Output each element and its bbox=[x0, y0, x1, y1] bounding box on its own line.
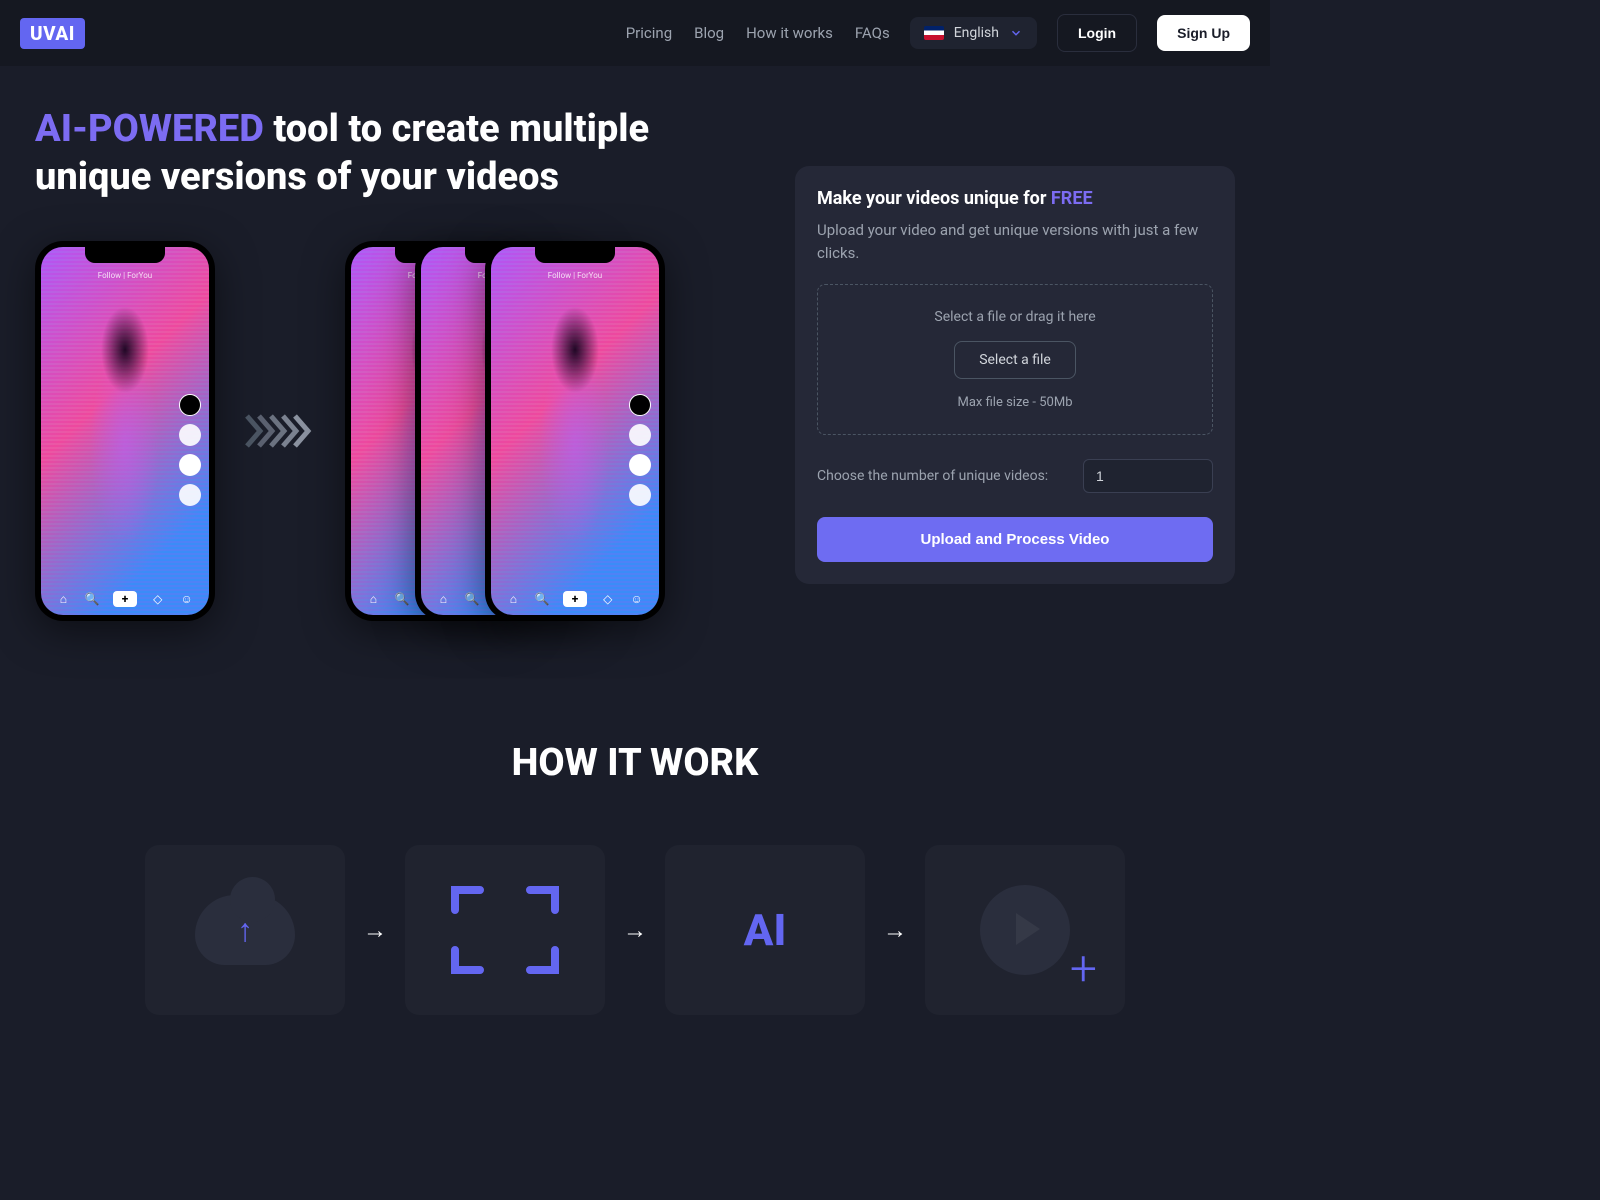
crop-frame-icon bbox=[450, 885, 560, 975]
arrow-right-icon: → bbox=[623, 916, 647, 945]
file-dropzone[interactable]: Select a file or drag it here Select a f… bbox=[817, 284, 1213, 435]
count-input[interactable] bbox=[1083, 459, 1213, 493]
cloud-upload-icon: ↑ bbox=[195, 895, 295, 965]
steps-row: ↑ → → AI → + bbox=[35, 845, 1235, 1015]
result-phone-3: Follow | ForYou⌂🔍+◇☺ bbox=[485, 241, 665, 621]
nav-pricing[interactable]: Pricing bbox=[626, 24, 672, 42]
uk-flag-icon bbox=[924, 26, 944, 40]
count-label: Choose the number of unique videos: bbox=[817, 468, 1048, 484]
chevron-down-icon bbox=[1009, 26, 1023, 40]
result-phones: Follow | ForYou⌂🔍+◇☺ Follow | ForYou⌂🔍+◇… bbox=[345, 241, 655, 621]
arrow-right-icon: → bbox=[363, 916, 387, 945]
phone-screen: Follow | ForYou ⌂ 🔍 + ◇ ☺ bbox=[41, 247, 209, 615]
nav-links: Pricing Blog How it works FAQs bbox=[626, 24, 890, 42]
dropzone-text: Select a file or drag it here bbox=[842, 309, 1188, 325]
step-upload: ↑ bbox=[145, 845, 345, 1015]
phone-tabs: Follow | ForYou bbox=[41, 271, 209, 280]
arrow-up-icon: ↑ bbox=[237, 911, 253, 949]
play-circle-icon bbox=[980, 885, 1070, 975]
upload-card: Make your videos unique for FREE Upload … bbox=[795, 166, 1235, 584]
search-icon: 🔍 bbox=[84, 591, 100, 607]
source-phone: Follow | ForYou ⌂ 🔍 + ◇ ☺ bbox=[35, 241, 215, 621]
home-icon: ⌂ bbox=[55, 591, 71, 607]
upload-title: Make your videos unique for FREE bbox=[817, 188, 1213, 209]
avatar-icon bbox=[179, 394, 201, 416]
step-output: + bbox=[925, 845, 1125, 1015]
inbox-icon: ◇ bbox=[150, 591, 166, 607]
profile-icon: ☺ bbox=[179, 591, 195, 607]
ai-text-icon: AI bbox=[744, 904, 787, 956]
hero-section: AI-POWERED tool to create multiple uniqu… bbox=[0, 66, 1270, 681]
how-it-works-section: HOW IT WORK ↑ → → AI → + bbox=[0, 681, 1270, 1055]
step-crop bbox=[405, 845, 605, 1015]
language-label: English bbox=[954, 25, 999, 41]
hero-title-accent: AI-POWERED bbox=[35, 107, 264, 151]
language-select[interactable]: English bbox=[910, 17, 1037, 49]
signup-button[interactable]: Sign Up bbox=[1157, 15, 1250, 51]
logo[interactable]: UVAI bbox=[20, 18, 85, 49]
nav-blog[interactable]: Blog bbox=[694, 24, 724, 42]
phones-illustration: Follow | ForYou ⌂ 🔍 + ◇ ☺ bbox=[35, 241, 745, 621]
step-ai: AI bbox=[665, 845, 865, 1015]
heart-icon bbox=[179, 454, 201, 476]
how-title: HOW IT WORK bbox=[35, 741, 1235, 785]
header: UVAI Pricing Blog How it works FAQs Engl… bbox=[0, 0, 1270, 66]
comment-icon bbox=[179, 484, 201, 506]
chevrons-right-icon bbox=[245, 411, 315, 451]
max-file-size-text: Max file size - 50Mb bbox=[842, 395, 1188, 410]
count-row: Choose the number of unique videos: bbox=[817, 459, 1213, 493]
hero-title: AI-POWERED tool to create multiple uniqu… bbox=[35, 106, 735, 201]
upload-title-free: FREE bbox=[1051, 188, 1093, 209]
nav-how-it-works[interactable]: How it works bbox=[746, 24, 833, 42]
main-nav: Pricing Blog How it works FAQs English L… bbox=[626, 14, 1250, 52]
login-button[interactable]: Login bbox=[1057, 14, 1137, 52]
upload-process-button[interactable]: Upload and Process Video bbox=[817, 517, 1213, 562]
hero-left: AI-POWERED tool to create multiple uniqu… bbox=[35, 106, 745, 621]
plus-overlay-icon: + bbox=[1070, 940, 1097, 997]
select-file-button[interactable]: Select a file bbox=[954, 341, 1076, 379]
plus-icon: + bbox=[113, 591, 137, 607]
upload-title-prefix: Make your videos unique for bbox=[817, 188, 1051, 209]
share-icon bbox=[179, 424, 201, 446]
upload-subtitle: Upload your video and get unique version… bbox=[817, 219, 1213, 264]
nav-faqs[interactable]: FAQs bbox=[855, 24, 890, 42]
arrow-right-icon: → bbox=[883, 916, 907, 945]
phone-side-actions bbox=[179, 394, 201, 506]
phone-bottom-nav: ⌂ 🔍 + ◇ ☺ bbox=[41, 591, 209, 607]
